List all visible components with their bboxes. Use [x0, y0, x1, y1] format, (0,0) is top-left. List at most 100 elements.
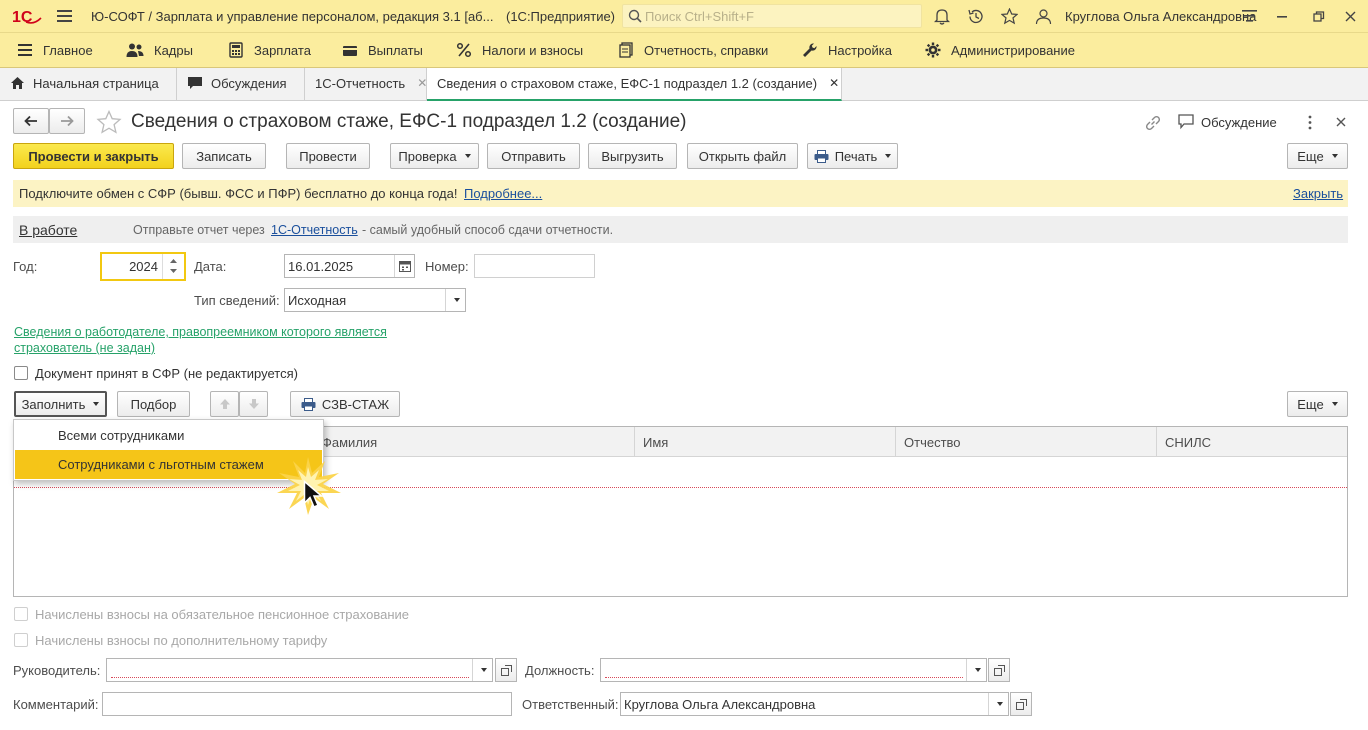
minimize-icon[interactable]: [1277, 16, 1289, 18]
comment-label: Комментарий:: [13, 697, 99, 712]
documents-icon: [619, 42, 633, 58]
position-dropdown-button[interactable]: [966, 659, 986, 681]
reporting-link[interactable]: 1С-Отчетность: [271, 223, 358, 237]
close-window-icon[interactable]: [1345, 11, 1357, 23]
chevron-down-icon: [453, 298, 460, 302]
column-header-patronymic[interactable]: Отчество: [904, 435, 961, 450]
close-tab-icon[interactable]: ✕: [829, 76, 839, 90]
head-field[interactable]: [106, 658, 493, 682]
user-icon[interactable]: [1035, 8, 1052, 25]
menu-item-reports[interactable]: Отчетность, справки: [618, 42, 768, 58]
employer-successor-link[interactable]: Сведения о работодателе, правопреемником…: [14, 324, 387, 356]
document-state-link[interactable]: В работе: [19, 222, 77, 238]
position-open-button[interactable]: [988, 658, 1010, 682]
post-button[interactable]: Провести: [286, 143, 370, 169]
chevron-down-icon: [93, 402, 100, 406]
accepted-checkbox[interactable]: [14, 366, 28, 380]
table-more-label: Еще: [1297, 396, 1324, 412]
tab-label: 1С-Отчетность: [315, 76, 406, 91]
send-button[interactable]: Отправить: [487, 143, 580, 169]
tab-label: Начальная страница: [33, 76, 159, 91]
menu-item-settings[interactable]: Настройка: [802, 42, 892, 58]
check-button[interactable]: Проверка: [390, 143, 479, 169]
type-select[interactable]: Исходная: [284, 288, 466, 312]
calendar-button[interactable]: [394, 255, 414, 277]
global-search[interactable]: [622, 4, 922, 28]
comment-field[interactable]: [102, 692, 512, 716]
tab-current-document[interactable]: Сведения о страховом стаже, ЕФС-1 подраз…: [427, 68, 842, 101]
status-text-after: - самый удобный способ сдачи отчетности.: [362, 223, 614, 237]
banner-close-link[interactable]: Закрыть: [1293, 186, 1343, 201]
1c-logo-icon: 1С: [12, 9, 42, 25]
position-field[interactable]: [600, 658, 987, 682]
responsible-field[interactable]: Круглова Ольга Александровна: [620, 692, 1009, 716]
close-form-icon[interactable]: [1336, 117, 1346, 127]
responsible-open-button[interactable]: [1010, 692, 1032, 716]
table-more-button[interactable]: Еще: [1287, 391, 1348, 417]
type-dropdown-button[interactable]: [445, 289, 465, 311]
head-dropdown-button[interactable]: [472, 659, 492, 681]
more-vertical-icon[interactable]: [1307, 115, 1313, 130]
favorites-star-icon[interactable]: [1001, 8, 1018, 25]
status-bar: В работе Отправьте отчет через 1С-Отчетн…: [13, 216, 1348, 243]
pick-button[interactable]: Подбор: [117, 391, 190, 417]
tab-discussions[interactable]: Обсуждения: [177, 68, 305, 100]
percent-icon: [456, 42, 472, 58]
more-actions-button[interactable]: Еще: [1287, 143, 1348, 169]
link-icon[interactable]: [1144, 114, 1162, 132]
print-button[interactable]: Печать: [807, 143, 898, 169]
menu-item-admin[interactable]: Администрирование: [925, 42, 1075, 58]
column-header-snils[interactable]: СНИЛС: [1165, 435, 1211, 450]
bell-icon[interactable]: [934, 8, 950, 25]
chevron-up-icon[interactable]: [170, 259, 177, 263]
type-value: Исходная: [288, 292, 347, 308]
restore-icon[interactable]: [1313, 11, 1325, 23]
menu-item-hr[interactable]: Кадры: [126, 42, 193, 58]
move-up-button[interactable]: [210, 391, 239, 417]
main-menu-icon[interactable]: [57, 10, 73, 23]
szv-stazh-button[interactable]: СЗВ-СТАЖ: [290, 391, 400, 417]
favorite-star-icon[interactable]: [96, 110, 122, 134]
close-tab-icon[interactable]: ✕: [417, 76, 427, 90]
pension-checkbox: [14, 607, 28, 621]
search-input[interactable]: [645, 8, 915, 24]
menu-item-taxes[interactable]: Налоги и взносы: [456, 42, 583, 58]
menu-item-label: Выплаты: [368, 42, 423, 58]
arrow-left-icon: [24, 115, 37, 127]
user-name[interactable]: Круглова Ольга Александровна: [1065, 9, 1256, 24]
move-down-button[interactable]: [239, 391, 268, 417]
printer-icon: [301, 397, 316, 411]
history-icon[interactable]: [967, 8, 985, 25]
settings-menu-icon[interactable]: [1242, 9, 1258, 23]
menu-item-payments[interactable]: Выплаты: [342, 42, 423, 58]
fill-button[interactable]: Заполнить: [14, 391, 107, 417]
column-divider: [895, 427, 896, 457]
menu-item-salary[interactable]: Зарплата: [228, 42, 311, 58]
tab-home[interactable]: Начальная страница: [0, 68, 177, 100]
banner-more-link[interactable]: Подробнее...: [464, 186, 542, 201]
responsible-dropdown-button[interactable]: [988, 693, 1008, 715]
year-field[interactable]: 2024: [100, 252, 186, 281]
number-field[interactable]: [474, 254, 595, 278]
menu-item-label: Зарплата: [254, 42, 311, 58]
calculator-icon: [229, 42, 243, 58]
chevron-down-icon[interactable]: [170, 269, 177, 273]
head-open-button[interactable]: [495, 658, 517, 682]
save-button[interactable]: Записать: [182, 143, 266, 169]
back-button[interactable]: [13, 108, 49, 134]
column-header-surname[interactable]: Фамилия: [322, 435, 377, 450]
forward-button[interactable]: [49, 108, 85, 134]
export-button[interactable]: Выгрузить: [588, 143, 677, 169]
tab-label: Сведения о страховом стаже, ЕФС-1 подраз…: [437, 76, 818, 91]
extra-tariff-checkbox-label: Начислены взносы по дополнительному тари…: [35, 633, 328, 648]
date-field[interactable]: 16.01.2025: [284, 254, 415, 278]
tab-1c-reporting[interactable]: 1С-Отчетность ✕: [305, 68, 427, 100]
column-header-name[interactable]: Имя: [643, 435, 668, 450]
menu-item-all-employees[interactable]: Всеми сотрудниками: [14, 421, 323, 449]
accepted-checkbox-label: Документ принят в СФР (не редактируется): [35, 366, 298, 381]
menu-item-main[interactable]: Главное: [17, 42, 93, 58]
post-and-close-button[interactable]: Провести и закрыть: [13, 143, 174, 169]
discussion-link[interactable]: Обсуждение: [1201, 115, 1277, 130]
year-stepper[interactable]: [162, 254, 184, 279]
open-file-button[interactable]: Открыть файл: [687, 143, 798, 169]
